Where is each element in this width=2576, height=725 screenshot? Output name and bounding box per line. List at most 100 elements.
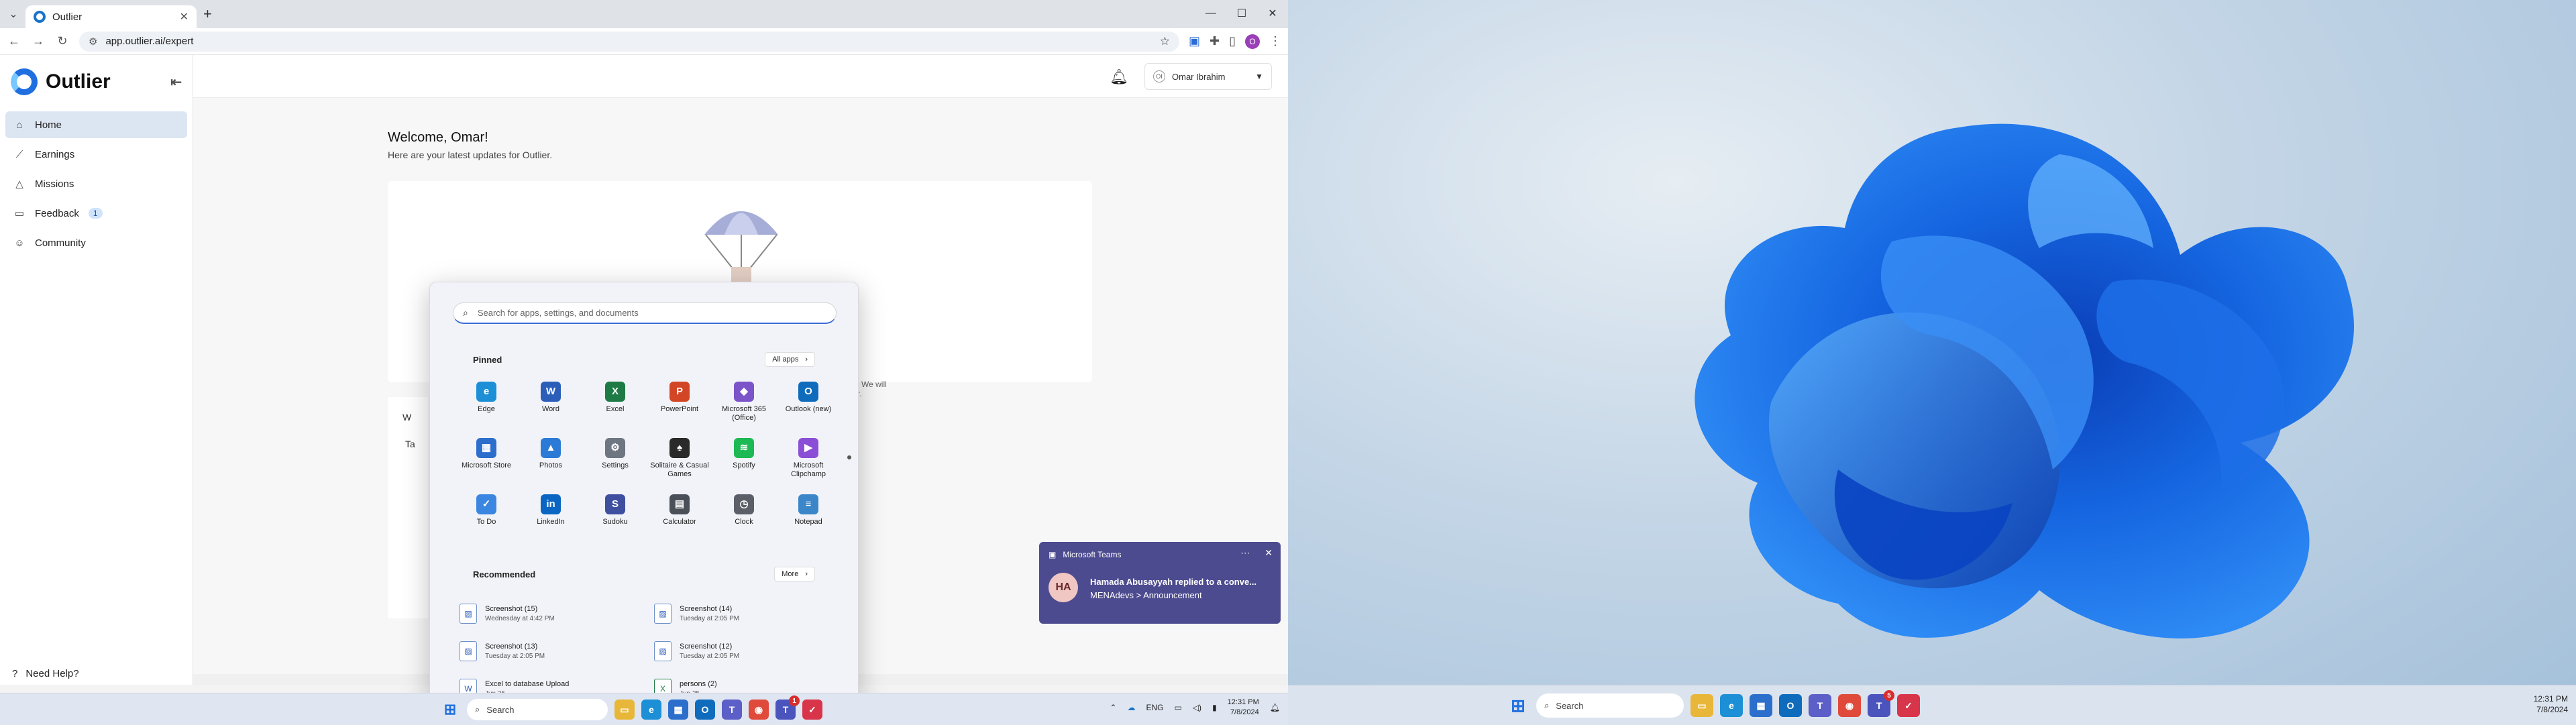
pinned-app[interactable]: O Outlook (new) — [776, 382, 841, 429]
teams-notification[interactable]: ▣ Microsoft Teams ⋯ ✕ HA Hamada Abusayya… — [1039, 542, 1281, 624]
all-apps-button[interactable]: All apps › — [765, 352, 815, 367]
bell-icon[interactable]: 🔔︎ — [1110, 68, 1128, 86]
pinned-app[interactable]: ▦ Microsoft Store — [454, 438, 519, 485]
app-icon: ⚙ — [605, 438, 625, 458]
recommended-heading: Recommended — [473, 569, 536, 579]
clock-date: 7/8/2024 — [1230, 708, 1259, 716]
notification-bell-icon[interactable]: 🔔︎ — [1270, 703, 1280, 712]
edge-icon[interactable]: e — [641, 700, 661, 720]
pinned-app[interactable]: S Sudoku — [583, 494, 647, 541]
chevron-up-icon[interactable]: ⌃ — [1110, 703, 1116, 712]
sidebar-item-home[interactable]: ⌂ Home — [5, 111, 187, 138]
start-search-input[interactable]: ⌕ Search for apps, settings, and documen… — [453, 302, 837, 324]
address-bar[interactable]: ⚙ app.outlier.ai/expert ☆ — [79, 31, 1179, 52]
user-name: Omar Ibrahim — [1172, 71, 1226, 82]
new-tab-button[interactable]: + — [203, 5, 212, 23]
left-monitor: ⌄ Outlier ✕ + — ☐ ✕ ← → ↻ ⚙ app.outlier.… — [0, 0, 1288, 725]
pinned-app[interactable]: ≡ Notepad — [776, 494, 841, 541]
app-icon: ◆ — [734, 382, 754, 402]
pinned-app-label: Settings — [602, 461, 629, 469]
teams-new-icon[interactable]: T1 — [775, 695, 800, 720]
windows-start-icon[interactable]: ⊞ — [440, 700, 460, 720]
chevron-right-icon: › — [805, 570, 808, 578]
file-explorer-icon[interactable]: ▭ — [1690, 694, 1713, 717]
more-button[interactable]: More › — [774, 567, 815, 581]
store-icon[interactable]: ▦ — [668, 700, 688, 720]
maximize-icon[interactable]: ☐ — [1226, 0, 1257, 27]
feedback-icon: ▭ — [14, 208, 25, 219]
minimize-icon[interactable]: — — [1195, 0, 1226, 27]
all-apps-label: All apps — [772, 355, 799, 364]
recommended-item[interactable]: ▨ Screenshot (14) Tuesday at 2:05 PM — [647, 599, 842, 628]
clock[interactable]: 12:31 PM 7/8/2024 — [1228, 698, 1259, 718]
extension-icon[interactable]: ▣ — [1189, 34, 1200, 48]
sidebar-item-feedback[interactable]: ▭ Feedback 1 — [5, 200, 187, 227]
windows-start-icon[interactable]: ⊞ — [1507, 694, 1529, 717]
more-options-icon[interactable]: ⋯ — [1240, 547, 1250, 559]
chrome-icon[interactable]: ◉ — [749, 700, 769, 720]
pocket-icon[interactable]: ✓ — [1897, 694, 1920, 717]
pinned-app[interactable]: ▶ Microsoft Clipchamp — [776, 438, 841, 485]
pinned-app[interactable]: ◷ Clock — [712, 494, 776, 541]
bookmark-star-icon[interactable]: ☆ — [1160, 35, 1170, 48]
app-icon: ♠ — [669, 438, 690, 458]
back-icon[interactable]: ← — [7, 34, 21, 48]
image-file-icon: ▨ — [654, 604, 672, 624]
recommended-item[interactable]: ▨ Screenshot (13) Tuesday at 2:05 PM — [453, 636, 647, 666]
volume-icon[interactable]: ◁) — [1193, 703, 1201, 712]
tab-search-icon[interactable]: ⌄ — [4, 5, 23, 23]
page-dot-indicator[interactable] — [847, 455, 851, 459]
pinned-app[interactable]: ▲ Photos — [519, 438, 583, 485]
pinned-app[interactable]: X Excel — [583, 382, 647, 429]
pinned-app[interactable]: e Edge — [454, 382, 519, 429]
pinned-app[interactable]: W Word — [519, 382, 583, 429]
user-menu-button[interactable]: OI Omar Ibrahim ▼ — [1144, 63, 1272, 90]
teams-icon[interactable]: T — [722, 700, 742, 720]
pinned-app[interactable]: in LinkedIn — [519, 494, 583, 541]
browser-tab[interactable]: Outlier ✕ — [25, 5, 197, 28]
recommended-item[interactable]: ▨ Screenshot (15) Wednesday at 4:42 PM — [453, 599, 647, 628]
sidebar-item-community[interactable]: ☺ Community — [5, 229, 187, 256]
teams-icon[interactable]: T — [1809, 694, 1831, 717]
network-icon[interactable]: ▭ — [1174, 703, 1181, 712]
menu-kebab-icon[interactable]: ⋮ — [1269, 34, 1281, 48]
notification-badge: 1 — [789, 695, 800, 706]
taskbar-search[interactable]: ⌕ Search — [467, 699, 608, 720]
pinned-app[interactable]: ▤ Calculator — [647, 494, 712, 541]
edge-icon[interactable]: e — [1720, 694, 1743, 717]
clock[interactable]: 12:31 PM 7/8/2024 — [2534, 693, 2568, 715]
recommended-item[interactable]: ▨ Screenshot (12) Tuesday at 2:05 PM — [647, 636, 842, 666]
need-help-link[interactable]: ? Need Help? — [12, 668, 79, 679]
recommended-name: Screenshot (13) — [485, 643, 538, 651]
pinned-app[interactable]: ≋ Spotify — [712, 438, 776, 485]
pinned-app[interactable]: ♠ Solitaire & Casual Games — [647, 438, 712, 485]
site-info-icon[interactable]: ⚙ — [89, 36, 97, 48]
pinned-app[interactable]: P PowerPoint — [647, 382, 712, 429]
notification-badge: 5 — [1884, 690, 1894, 701]
close-icon[interactable]: ✕ — [1265, 547, 1273, 559]
pinned-app[interactable]: ⚙ Settings — [583, 438, 647, 485]
tab-close-icon[interactable]: ✕ — [180, 10, 189, 23]
sidebar-item-missions[interactable]: △ Missions — [5, 170, 187, 197]
taskbar-search[interactable]: ⌕ Search — [1536, 693, 1684, 718]
collapse-sidebar-icon[interactable]: ⇤ — [170, 74, 182, 91]
pinned-app[interactable]: ◆ Microsoft 365 (Office) — [712, 382, 776, 429]
chrome-icon[interactable]: ◉ — [1838, 694, 1861, 717]
outlook-icon[interactable]: O — [695, 700, 715, 720]
store-icon[interactable]: ▦ — [1750, 694, 1772, 717]
pinned-app[interactable]: ✓ To Do — [454, 494, 519, 541]
battery-icon[interactable]: ▮ — [1212, 703, 1217, 712]
profile-avatar[interactable]: O — [1245, 34, 1260, 49]
teams-new-icon[interactable]: T5 — [1868, 690, 1894, 717]
onedrive-icon[interactable]: ☁ — [1127, 703, 1135, 712]
extensions-puzzle-icon[interactable]: ✚ — [1210, 34, 1220, 48]
language-indicator[interactable]: ENG — [1146, 703, 1163, 712]
outlook-icon[interactable]: O — [1779, 694, 1802, 717]
forward-icon[interactable]: → — [31, 34, 46, 48]
sidebar-item-earnings[interactable]: ⟋ Earnings — [5, 141, 187, 168]
close-window-icon[interactable]: ✕ — [1257, 0, 1288, 27]
file-explorer-icon[interactable]: ▭ — [614, 700, 635, 720]
side-panel-icon[interactable]: ▯ — [1229, 34, 1236, 48]
reload-icon[interactable]: ↻ — [55, 34, 70, 48]
pocket-icon[interactable]: ✓ — [802, 700, 822, 720]
